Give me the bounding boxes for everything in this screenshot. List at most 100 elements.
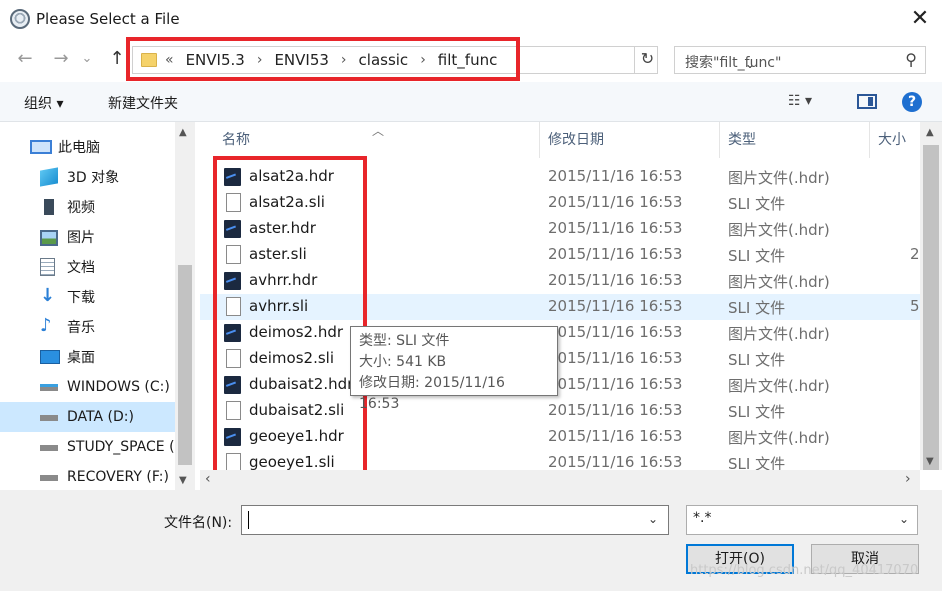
documents-icon [40,258,55,276]
column-header-type[interactable]: 类型 [728,122,756,158]
sidebar-item-drive-d[interactable]: DATA (D:) [0,402,175,432]
file-date: 2015/11/16 16:53 [548,453,683,470]
address-highlight-annotation [126,37,520,81]
file-type: SLI 文件 [728,403,786,421]
file-date: 2015/11/16 16:53 [548,349,683,367]
file-date: 2015/11/16 16:53 [548,167,683,185]
sidebar-item-label: 3D 对象 [67,170,120,186]
sidebar-item-label: STUDY_SPACE ( [67,439,175,455]
sidebar-item-label: 图片 [67,230,95,246]
filename-input[interactable]: ⌄ [241,505,669,535]
file-type: 图片文件(.hdr) [728,325,830,343]
recent-locations-dropdown-icon[interactable]: ⌄ [78,46,96,72]
file-size: 2 [910,245,920,263]
sidebar-item-desktop[interactable]: 桌面 [0,342,175,372]
column-divider[interactable] [719,122,720,158]
search-input[interactable]: 搜索"filt_func" ⚲ [674,46,926,74]
computer-icon [30,140,52,154]
refresh-icon[interactable]: ↻ [634,46,660,74]
sidebar-item-drive-e[interactable]: STUDY_SPACE ( [0,432,175,462]
sidebar-item-drive-f[interactable]: RECOVERY (F:) [0,462,175,490]
sidebar-item-pictures[interactable]: 图片 [0,222,175,252]
file-type-filter-select[interactable]: *.* ⌄ [686,505,918,535]
drive-icon [40,384,58,391]
sidebar-item-drive-c[interactable]: WINDOWS (C:) [0,372,175,402]
file-type: 图片文件(.hdr) [728,273,830,291]
sidebar-item-3d-objects[interactable]: 3D 对象 [0,162,175,192]
downloads-icon: ↓ [40,285,56,306]
file-date: 2015/11/16 16:53 [548,375,683,393]
close-icon[interactable]: ✕ [906,6,934,32]
search-icon[interactable]: ⚲ [905,50,917,69]
sidebar-item-label: 音乐 [67,320,95,336]
chevron-down-icon[interactable]: ⌄ [899,512,909,526]
sidebar-scrollbar-thumb[interactable] [178,265,192,465]
title-bar: Please Select a File ✕ [0,0,942,38]
watermark: https://blog.csdn.net/qq_40417070 [690,563,919,578]
help-icon[interactable]: ? [902,92,922,112]
sidebar-item-downloads[interactable]: ↓ 下载 [0,282,175,312]
drive-icon [40,475,58,481]
tooltip-modified: 修改日期: 2015/11/16 16:53 [359,375,505,412]
file-type: 图片文件(.hdr) [728,377,830,395]
column-header-name[interactable]: 名称 [222,122,250,158]
sidebar-item-documents[interactable]: 文档 [0,252,175,282]
scroll-down-icon[interactable]: ▼ [926,456,934,467]
forward-arrow-icon[interactable]: → [48,46,74,72]
scroll-up-icon[interactable]: ▲ [179,127,187,138]
file-type: SLI 文件 [728,195,786,213]
file-type: SLI 文件 [728,351,786,369]
scroll-right-icon[interactable]: › [905,471,911,487]
file-date: 2015/11/16 16:53 [548,401,683,419]
file-size: 5 [910,297,920,315]
file-list-horizontal-scrollbar[interactable] [200,470,920,490]
text-caret [248,511,249,529]
pictures-icon [40,230,58,246]
file-date: 2015/11/16 16:53 [548,245,683,263]
sidebar-item-label: 此电脑 [58,140,100,156]
sidebar-item-label: DATA (D:) [67,409,134,425]
sort-ascending-icon: ︿ [372,124,385,138]
view-options-icon[interactable]: ☷ ▾ [788,93,812,109]
filter-value: *.* [693,510,712,526]
file-type: 图片文件(.hdr) [728,429,830,447]
file-type: SLI 文件 [728,299,786,317]
scroll-up-icon[interactable]: ▲ [926,127,934,138]
tooltip-type: 类型: SLI 文件 [359,333,450,349]
desktop-icon [40,350,60,364]
window-title: Please Select a File [36,10,180,28]
file-date: 2015/11/16 16:53 [548,323,683,341]
preview-pane-icon[interactable] [857,94,877,109]
file-date: 2015/11/16 16:53 [548,427,683,445]
sidebar-item-label: RECOVERY (F:) [67,469,169,485]
back-arrow-icon[interactable]: ← [12,46,38,72]
scroll-left-icon[interactable]: ‹ [205,471,211,487]
scroll-down-icon[interactable]: ▼ [179,475,187,486]
vertical-scrollbar-thumb[interactable] [923,145,939,470]
command-toolbar: 组织 ▾ 新建文件夹 ☷ ▾ ? [0,82,942,122]
sidebar-item-label: 视频 [67,200,95,216]
app-icon [10,9,30,29]
file-date: 2015/11/16 16:53 [548,193,683,211]
file-names-highlight-annotation [213,156,367,476]
file-type: 图片文件(.hdr) [728,169,830,187]
file-type: 图片文件(.hdr) [728,221,830,239]
file-type: SLI 文件 [728,455,786,470]
filename-label: 文件名(N): [164,515,233,531]
sidebar-item-videos[interactable]: 视频 [0,192,175,222]
column-divider[interactable] [869,122,870,158]
organize-button[interactable]: 组织 ▾ [24,93,63,113]
search-placeholder: 搜索"filt_func" [685,55,782,71]
tooltip-size: 大小: 541 KB [359,354,447,370]
column-header-size[interactable]: 大小 [878,122,906,158]
column-header-modified[interactable]: 修改日期 [548,122,604,158]
sidebar-item-this-pc[interactable]: 此电脑 [0,132,175,162]
music-icon: ♪ [40,315,52,336]
new-folder-button[interactable]: 新建文件夹 [108,93,178,113]
drive-icon [40,415,58,421]
sidebar-item-music[interactable]: ♪ 音乐 [0,312,175,342]
chevron-down-icon[interactable]: ⌄ [648,512,658,526]
sidebar-item-label: 下载 [67,290,95,306]
file-date: 2015/11/16 16:53 [548,271,683,289]
column-divider[interactable] [539,122,540,158]
